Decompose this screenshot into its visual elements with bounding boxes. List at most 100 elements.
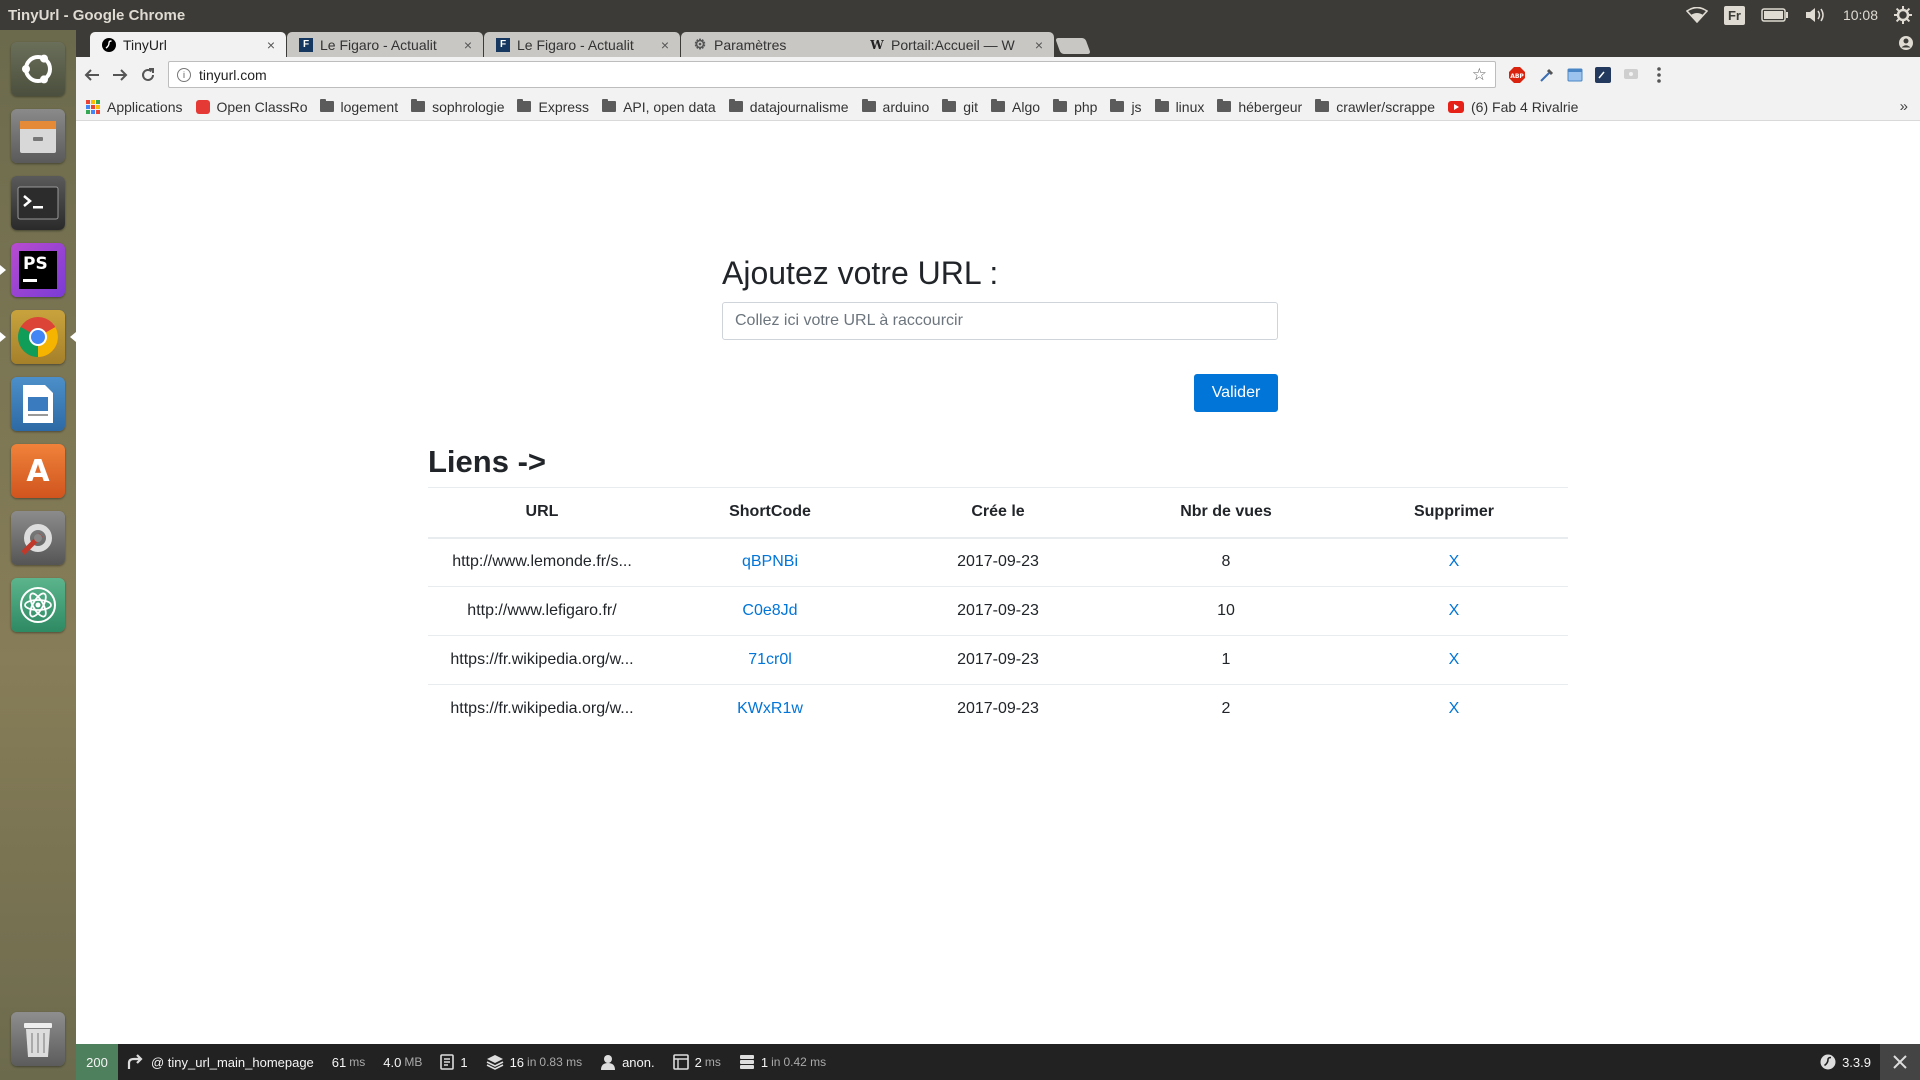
bookmarks-overflow-button[interactable]: » <box>1900 98 1908 115</box>
bookmark-folder-sophrologie[interactable]: sophrologie <box>411 99 504 115</box>
wifi-icon[interactable] <box>1678 0 1716 30</box>
new-tab-button[interactable] <box>1055 38 1091 54</box>
bookmark-folder-api-open-data[interactable]: API, open data <box>602 99 716 115</box>
browser-toolbar: i tinyurl.com ☆ ABP <box>76 57 1920 93</box>
shortcode-link[interactable]: KWxR1w <box>737 700 803 717</box>
close-icon[interactable]: × <box>658 37 672 53</box>
volume-icon[interactable] <box>1797 0 1835 30</box>
bookmark-folder-js[interactable]: js <box>1110 99 1142 115</box>
debug-symfony-version[interactable]: 3.3.9 <box>1811 1044 1880 1080</box>
debug-toolbar-right: 3.3.9 <box>1811 1044 1920 1080</box>
extension-dev-icon[interactable] <box>1594 66 1612 84</box>
folder-icon <box>942 99 957 112</box>
debug-database[interactable]: 16 in 0.83 ms <box>477 1044 592 1080</box>
debug-forms[interactable]: 1 <box>431 1044 476 1080</box>
column-header-created: Crée le <box>884 487 1112 539</box>
bookmark-applications[interactable]: Applications <box>86 99 183 115</box>
route-arrow-icon <box>127 1054 143 1069</box>
adblock-icon[interactable]: ABP <box>1508 66 1526 84</box>
bookmark-folder-logement[interactable]: logement <box>319 99 398 115</box>
delete-link[interactable]: X <box>1449 700 1460 717</box>
folder-icon <box>1217 99 1232 112</box>
eyedropper-icon[interactable] <box>1538 66 1556 84</box>
keyboard-layout-indicator[interactable]: Fr <box>1716 0 1753 30</box>
submit-button[interactable]: Valider <box>1194 374 1278 412</box>
bookmark-folder-algo[interactable]: Algo <box>991 99 1040 115</box>
extension-cast-icon[interactable] <box>1622 66 1640 84</box>
shortcode-cell: C0e8Jd <box>656 586 884 636</box>
site-info-icon[interactable]: i <box>177 67 191 82</box>
debug-route[interactable]: @ tiny_url_main_homepage <box>118 1044 323 1080</box>
files-icon[interactable] <box>9 107 67 165</box>
bookmark-youtube-fab-4[interactable]: (6) Fab 4 Rivalrie <box>1448 99 1578 115</box>
chrome-menu-icon[interactable] <box>1650 66 1668 84</box>
status-code-badge[interactable]: 200 <box>76 1044 118 1080</box>
close-debug-toolbar-button[interactable] <box>1880 1044 1920 1080</box>
close-icon <box>1893 1055 1907 1069</box>
extension-calendar-icon[interactable] <box>1566 66 1584 84</box>
bookmark-folder-express[interactable]: Express <box>517 99 589 115</box>
tab-wikipedia[interactable]: W Portail:Accueil — W × <box>858 32 1054 57</box>
writer-icon[interactable] <box>9 375 67 433</box>
views-cell: 10 <box>1112 586 1340 636</box>
folder-icon <box>1154 99 1169 112</box>
shortcode-link[interactable]: C0e8Jd <box>742 602 797 619</box>
battery-icon[interactable] <box>1753 0 1797 30</box>
debug-twig[interactable]: 2 ms <box>664 1044 730 1080</box>
tab-le-figaro-1[interactable]: F Le Figaro - Actualit × <box>287 32 483 57</box>
table-row: https://fr.wikipedia.org/w... KWxR1w 201… <box>428 684 1568 734</box>
debug-user[interactable]: anon. <box>591 1044 664 1080</box>
bookmark-open-classroom[interactable]: Open ClassRoom <box>195 99 307 115</box>
trash-icon[interactable] <box>9 1010 67 1068</box>
delete-link[interactable]: X <box>1449 553 1460 570</box>
phpstorm-icon[interactable]: PS <box>9 241 67 299</box>
reload-button[interactable] <box>134 61 162 89</box>
delete-link[interactable]: X <box>1449 651 1460 668</box>
software-center-icon[interactable]: A <box>9 442 67 500</box>
chrome-icon[interactable] <box>9 308 67 366</box>
address-bar[interactable]: i tinyurl.com ☆ <box>168 61 1496 88</box>
form-icon <box>440 1054 455 1070</box>
tab-parametres[interactable]: ⚙ Paramètres × <box>681 32 877 57</box>
tab-tinyurl[interactable]: TinyUrl × <box>90 32 286 57</box>
folder-icon <box>1053 99 1068 112</box>
unity-launcher: PS A <box>0 30 76 1080</box>
close-icon[interactable]: × <box>1032 37 1046 53</box>
views-cell: 2 <box>1112 684 1340 734</box>
debug-cache[interactable]: 1 in 0.42 ms <box>730 1044 835 1080</box>
shortcode-link[interactable]: 71cr0l <box>748 651 792 668</box>
symfony-icon <box>1820 1054 1836 1070</box>
bookmark-folder-hebergeur[interactable]: hébergeur <box>1217 99 1302 115</box>
atom-icon[interactable] <box>9 576 67 634</box>
shortcode-link[interactable]: qBPNBi <box>742 553 798 570</box>
system-settings-icon[interactable] <box>1886 0 1920 30</box>
created-cell: 2017-09-23 <box>884 684 1112 734</box>
bookmark-folder-datajournalisme[interactable]: datajournalisme <box>728 99 849 115</box>
table-row: http://www.lefigaro.fr/ C0e8Jd 2017-09-2… <box>428 586 1568 636</box>
terminal-icon[interactable] <box>9 174 67 232</box>
delete-link[interactable]: X <box>1449 602 1460 619</box>
created-cell: 2017-09-23 <box>884 635 1112 685</box>
bookmark-folder-git[interactable]: git <box>942 99 978 115</box>
bookmark-folder-linux[interactable]: linux <box>1154 99 1204 115</box>
debug-memory[interactable]: 4.0 MB <box>374 1044 431 1080</box>
created-cell: 2017-09-23 <box>884 586 1112 636</box>
bookmark-folder-arduino[interactable]: arduino <box>861 99 929 115</box>
url-cell: https://fr.wikipedia.org/w... <box>428 684 656 734</box>
close-icon[interactable]: × <box>461 37 475 53</box>
profile-icon[interactable] <box>1898 35 1914 51</box>
forward-button[interactable] <box>106 61 134 89</box>
symfony-debug-toolbar: 200 @ tiny_url_main_homepage 61 ms 4.0 MB … <box>76 1044 1920 1080</box>
bookmark-star-icon[interactable]: ☆ <box>1472 65 1487 85</box>
ubuntu-dash-icon[interactable] <box>9 40 67 98</box>
close-icon[interactable]: × <box>264 37 278 53</box>
settings-icon[interactable] <box>9 509 67 567</box>
bookmark-folder-crawler-scrapper[interactable]: crawler/scrappe <box>1315 99 1435 115</box>
url-input[interactable] <box>722 302 1278 341</box>
debug-time[interactable]: 61 ms <box>323 1044 374 1080</box>
bookmark-folder-php[interactable]: php <box>1053 99 1097 115</box>
wikipedia-icon: W <box>870 37 884 52</box>
tab-le-figaro-2[interactable]: F Le Figaro - Actualit × <box>484 32 680 57</box>
clock[interactable]: 10:08 <box>1835 0 1886 30</box>
back-button[interactable] <box>78 61 106 89</box>
